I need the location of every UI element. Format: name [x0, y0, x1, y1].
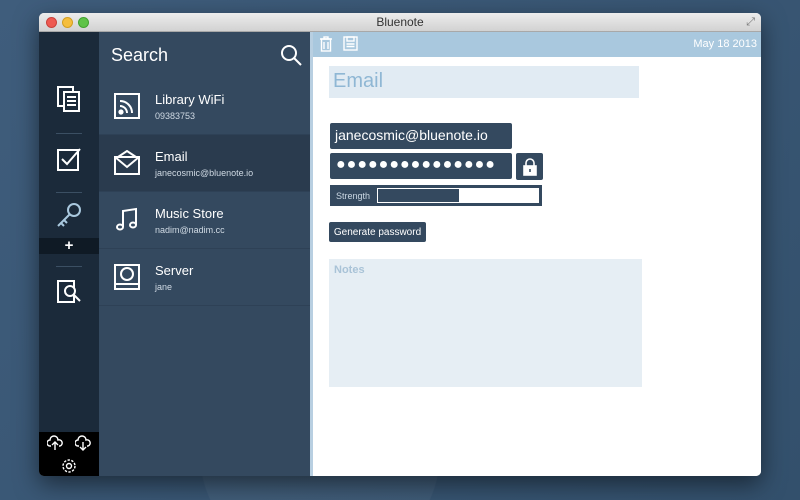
reveal-password-button[interactable] [516, 153, 543, 180]
list-item-subtitle: jane [155, 281, 173, 292]
strength-fill [378, 189, 459, 202]
passwords-category-button[interactable] [39, 190, 99, 240]
notes-field[interactable]: Notes [329, 259, 642, 387]
sync-panel [39, 432, 99, 476]
category-rail: + [39, 32, 99, 476]
search-icon[interactable] [280, 44, 302, 66]
minimize-window-button[interactable] [62, 17, 73, 28]
list-item-server[interactable]: Server jane [99, 249, 310, 306]
list-item-subtitle: janecosmic@bluenote.io [155, 167, 254, 178]
server-icon [114, 264, 140, 290]
search-title: Search [111, 44, 169, 65]
list-item-title: Email [155, 148, 188, 164]
search-notes-category-button[interactable] [39, 267, 99, 317]
app-window: Bluenote ⤢ + Search Library WiFi 0938375… [39, 13, 761, 476]
cloud-download-icon[interactable] [75, 435, 91, 451]
detail-toolbar: May 18 2013 [313, 32, 761, 57]
item-list-panel: Search Library WiFi 09383753 Email janec… [99, 32, 310, 476]
gear-icon[interactable] [61, 458, 77, 474]
list-item-title: Server [155, 262, 194, 278]
music-note-icon [116, 207, 137, 231]
wifi-icon [114, 93, 140, 119]
strength-bar [376, 187, 540, 204]
list-item-title: Library WiFi [155, 91, 225, 107]
window-title: Bluenote [376, 15, 424, 29]
checklist-icon [57, 148, 81, 171]
zoom-window-button[interactable] [78, 17, 89, 28]
list-item-subtitle: nadim@nadim.cc [155, 224, 225, 235]
list-item-title: Music Store [155, 205, 224, 221]
window-controls [46, 17, 89, 28]
key-icon [57, 203, 81, 227]
notes-category-button[interactable] [39, 74, 99, 124]
save-icon[interactable] [343, 36, 358, 51]
strength-label: Strength [336, 190, 371, 201]
entry-title-field[interactable]: Email [329, 66, 639, 98]
cloud-upload-icon[interactable] [47, 435, 63, 451]
list-item-email[interactable]: Email janecosmic@bluenote.io [99, 135, 310, 192]
trash-icon[interactable] [319, 36, 333, 52]
notes-icon [57, 86, 80, 112]
password-field[interactable]: ●●●●●●●●●●●●●●● [330, 153, 512, 179]
list-item-subtitle: 09383753 [155, 110, 196, 121]
envelope-icon [114, 150, 140, 175]
username-field[interactable]: janecosmic@bluenote.io [330, 123, 512, 149]
lock-icon [522, 157, 537, 176]
generate-password-button[interactable]: Generate password [329, 222, 426, 242]
list-item-library-wifi[interactable]: Library WiFi 09383753 [99, 78, 310, 135]
title-bar: Bluenote ⤢ [39, 13, 761, 32]
search-header: Search [99, 32, 310, 78]
password-strength-meter: Strength [330, 185, 542, 206]
search-document-icon [57, 280, 81, 303]
close-window-button[interactable] [46, 17, 57, 28]
checklist-category-button[interactable] [39, 134, 99, 184]
date-label: May 18 2013 [693, 38, 757, 50]
add-item-button[interactable]: + [39, 238, 99, 254]
detail-panel: May 18 2013 Email janecosmic@bluenote.io… [313, 32, 761, 476]
fullscreen-icon[interactable]: ⤢ [746, 16, 755, 29]
list-item-music-store[interactable]: Music Store nadim@nadim.cc [99, 192, 310, 249]
